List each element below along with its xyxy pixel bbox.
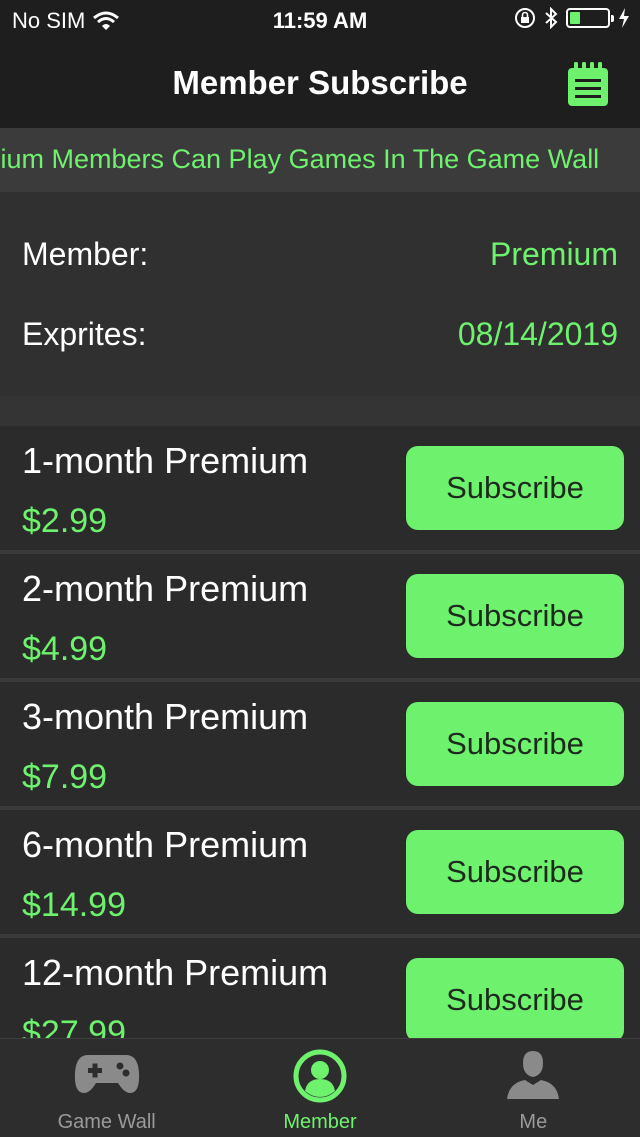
tab-game-wall[interactable]: Game Wall (0, 1039, 213, 1137)
plan-price: $7.99 (22, 758, 108, 796)
nav-bar: Member Subscribe (0, 42, 640, 128)
status-right (514, 7, 630, 29)
tab-member[interactable]: Member (213, 1039, 426, 1137)
subscribe-button-1-month[interactable]: Subscribe (406, 446, 624, 530)
expires-label: Exprites: (22, 316, 147, 352)
plan-price: $14.99 (22, 886, 126, 924)
tab-label: Me (519, 1111, 548, 1133)
expires-row: Exprites: 08/14/2019 (22, 316, 618, 353)
tab-me[interactable]: Me (427, 1039, 640, 1137)
member-info-panel: Member: Premium Exprites: 08/14/2019 (0, 192, 640, 396)
member-icon (293, 1049, 347, 1103)
plan-list[interactable]: 1-month Premium $2.99 Subscribe 2-month … (0, 426, 640, 1038)
plan-name: 12-month Premium (22, 952, 329, 993)
announcement-marquee: mium Members Can Play Games In The Game … (0, 128, 640, 192)
tab-bar: Game Wall Member Me (0, 1038, 640, 1137)
charging-icon (619, 8, 629, 28)
person-icon (507, 1051, 560, 1099)
tab-label: Member (283, 1111, 357, 1133)
notepad-icon[interactable] (566, 62, 610, 108)
expires-value: 08/14/2019 (457, 316, 618, 352)
plan-name: 2-month Premium (22, 568, 309, 609)
subscribe-button-12-month[interactable]: Subscribe (406, 958, 624, 1038)
subscribe-button-3-month[interactable]: Subscribe (406, 702, 624, 786)
gamepad-icon (74, 1055, 139, 1093)
page-title: Member Subscribe (172, 64, 468, 101)
status-bar: No SIM 11:59 AM (0, 0, 640, 42)
plan-price: $2.99 (22, 502, 108, 540)
member-value: Premium (489, 236, 618, 272)
subscribe-button-6-month[interactable]: Subscribe (406, 830, 624, 914)
plan-price: $27.99 (22, 1014, 126, 1038)
section-spacer (0, 396, 640, 426)
plan-row-1-month: 1-month Premium $2.99 Subscribe (0, 426, 640, 554)
orientation-lock-icon (515, 8, 535, 28)
plan-price: $4.99 (22, 630, 108, 668)
announcement-text: mium Members Can Play Games In The Game … (0, 144, 600, 174)
plan-name: 1-month Premium (22, 440, 309, 481)
plan-name: 6-month Premium (22, 824, 309, 865)
tab-label: Game Wall (57, 1111, 156, 1133)
plan-row-6-month: 6-month Premium $14.99 Subscribe (0, 810, 640, 938)
member-row: Member: Premium (22, 236, 618, 273)
member-label: Member: (22, 236, 149, 272)
plan-name: 3-month Premium (22, 696, 309, 737)
plan-row-2-month: 2-month Premium $4.99 Subscribe (0, 554, 640, 682)
battery-icon (566, 8, 614, 28)
bluetooth-icon (545, 7, 558, 29)
plan-row-3-month: 3-month Premium $7.99 Subscribe (0, 682, 640, 810)
subscribe-button-2-month[interactable]: Subscribe (406, 574, 624, 658)
plan-row-12-month: 12-month Premium $27.99 Subscribe (0, 938, 640, 1038)
